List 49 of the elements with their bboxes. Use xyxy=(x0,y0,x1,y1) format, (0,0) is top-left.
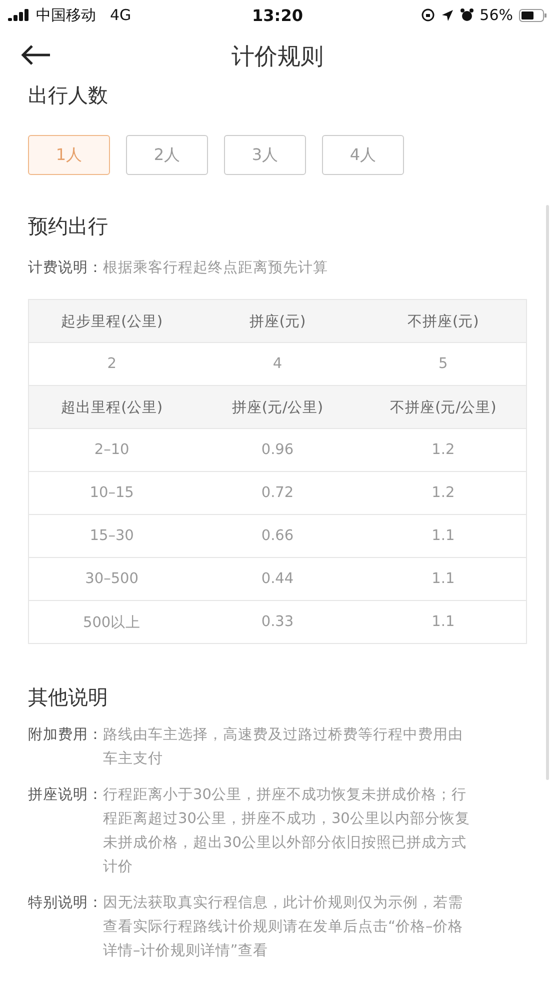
carrier-name: 中国移动 xyxy=(36,6,96,24)
passenger-option[interactable]: 1人 xyxy=(28,135,110,175)
table-cell-text: 500以上 xyxy=(82,614,142,632)
column-header: 拼座(元) xyxy=(248,312,307,332)
column-header: 不拼座(元) xyxy=(406,312,480,332)
note-label: 计费说明： xyxy=(28,259,103,277)
battery-icon xyxy=(519,8,547,22)
table-cell-text: 0.72 xyxy=(260,484,295,503)
section-title: 出行人数 xyxy=(28,82,109,109)
network-type: 4G xyxy=(110,6,132,24)
table-cell-text: 4 xyxy=(272,355,284,374)
signal-icon xyxy=(8,9,30,21)
page-title: 计价规则 xyxy=(232,42,324,72)
table-cell-text: 1.1 xyxy=(430,527,456,546)
table-cell-text: 2 xyxy=(106,355,118,374)
table-cell-text: 2–10 xyxy=(93,441,130,460)
note-text: 路线由车主选择，高速费及过路过桥费等行程中费用由车主支付 xyxy=(103,726,464,769)
note-label: 附加费用： xyxy=(28,726,103,745)
note-label: 特别说明： xyxy=(28,894,103,913)
table-cell-text: 15–30 xyxy=(88,527,135,546)
passenger-option[interactable]: 4人 xyxy=(322,135,404,175)
passenger-option[interactable]: 2人 xyxy=(126,135,208,175)
table-cell-text: 5 xyxy=(438,355,449,374)
table-cell-text: 0.33 xyxy=(260,613,295,632)
column-header: 起步里程(公里) xyxy=(60,312,164,332)
note-label: 拼座说明： xyxy=(28,786,103,805)
rotation-lock-icon xyxy=(420,8,435,22)
note-text: 行程距离小于30公里，拼座不成功恢复未拼成价格；行程距离超过30公里，拼座不成功，30公里以内部分恢复未拼成价格，超出30公里以外部分依旧按照已拼成方式计价 xyxy=(103,786,471,877)
table-cell-text: 10–15 xyxy=(88,484,135,503)
table-cell-text: 0.66 xyxy=(260,527,295,546)
section-title: 其他说明 xyxy=(28,684,109,711)
battery-percent: 56% xyxy=(480,6,513,24)
note-text: 根据乘客行程起终点距离预先计算 xyxy=(103,258,328,277)
note-text: 因无法获取真实行程信息，此计价规则仅为示例，若需查看实际行程路线计价规则请在发单后点击“价格–价格详情–计价规则详情”查看 xyxy=(103,894,464,961)
back-arrow-icon[interactable] xyxy=(20,44,52,66)
table-cell-text: 1.2 xyxy=(430,484,456,503)
section-title: 预约出行 xyxy=(28,213,109,240)
table-cell-text: 1.1 xyxy=(430,613,456,632)
passenger-option[interactable]: 3人 xyxy=(224,135,306,175)
table-cell-text: 1.1 xyxy=(430,570,456,589)
table-cell-text: 1.2 xyxy=(430,441,456,460)
column-header: 拼座(元/公里) xyxy=(230,398,324,418)
column-header: 超出里程(公里) xyxy=(60,398,164,418)
table-cell-text: 0.96 xyxy=(260,441,295,460)
column-header: 不拼座(元/公里) xyxy=(389,398,498,418)
table-cell-text: 0.44 xyxy=(260,570,295,589)
clock-time: 13:20 xyxy=(252,6,303,24)
table-cell-text: 30–500 xyxy=(84,570,140,589)
location-arrow-icon xyxy=(440,8,454,22)
